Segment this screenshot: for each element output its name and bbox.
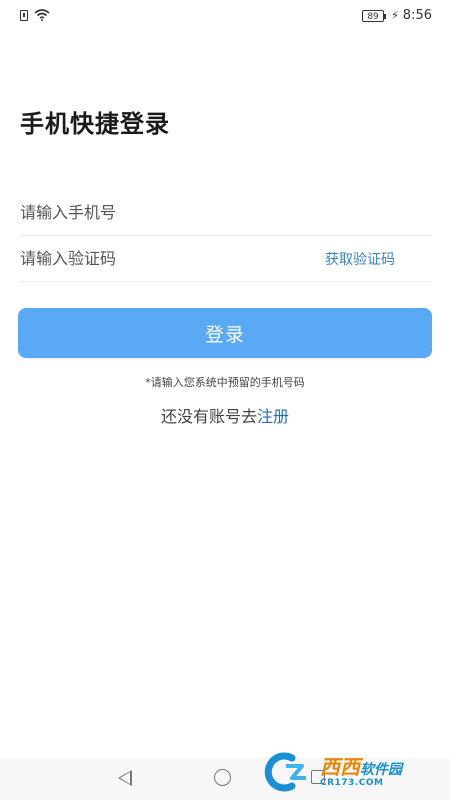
- status-bar: 89 ⚡ 8:56: [0, 0, 450, 34]
- watermark-text: 西西软件园 CR173.COM: [320, 757, 402, 788]
- code-field: 获取验证码: [20, 236, 431, 282]
- sim-icon: [20, 9, 28, 21]
- back-icon[interactable]: [118, 770, 132, 786]
- watermark: 西西软件园 CR173.COM: [262, 750, 442, 794]
- battery-icon: 89: [362, 9, 387, 22]
- phone-input[interactable]: [20, 190, 280, 235]
- clock: 8:56: [402, 8, 432, 23]
- register-prefix: 还没有账号去: [160, 407, 257, 426]
- charging-icon: ⚡: [391, 9, 399, 22]
- status-right: 89 ⚡ 8:56: [362, 8, 432, 23]
- battery-level: 89: [367, 11, 379, 22]
- wifi-icon: [34, 9, 50, 21]
- status-left: [20, 9, 50, 21]
- watermark-secondary: 软件园: [360, 761, 402, 778]
- watermark-brand: 西西: [320, 754, 360, 779]
- code-input[interactable]: [20, 236, 280, 281]
- watermark-logo-icon: [264, 752, 306, 792]
- page-title: 手机快捷登录: [20, 110, 170, 138]
- get-code-button[interactable]: 获取验证码: [325, 249, 395, 269]
- phone-hint: *请输入您系统中预留的手机号码: [145, 376, 305, 389]
- home-icon[interactable]: [214, 769, 231, 786]
- watermark-main: 西西软件园: [320, 757, 402, 777]
- login-button[interactable]: 登录: [18, 308, 432, 358]
- register-link[interactable]: 注册: [257, 407, 289, 426]
- register-prompt: 还没有账号去注册: [0, 403, 450, 427]
- watermark-sub: CR173.COM: [320, 777, 384, 788]
- phone-field: [20, 190, 431, 236]
